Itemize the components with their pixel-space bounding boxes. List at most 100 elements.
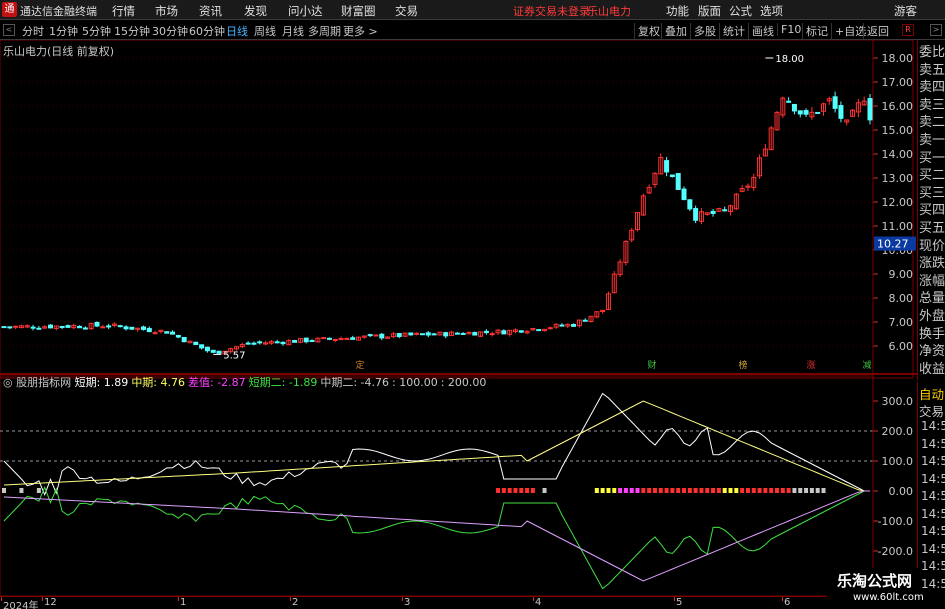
candle-body [408,332,414,336]
indicator-name[interactable]: 股朋指标网 [16,376,75,389]
time-axis-label: 2 [292,597,299,608]
quote-field-label: 收益 [919,361,945,377]
signal-dot [711,488,716,493]
menu-wealth-circle[interactable]: 财富圈 [341,3,376,19]
chart-area[interactable]: 18.00 5.57 18.00 17.00 16.00 15.00 14.00 13.00… [0,40,917,596]
price-tick-label: 15.00 [882,124,914,137]
candle-body [82,327,88,330]
login-status[interactable]: 证券交易未登录 [513,3,590,19]
quote-field-label: 卖四 [919,80,945,96]
menu-options[interactable]: 选项 [760,3,783,19]
tab-daily[interactable]: 日线 [226,23,248,39]
signal-dot [780,488,785,493]
signal-dot [705,488,710,493]
candle-body [454,332,460,335]
signal-dot [496,488,501,493]
menu-function[interactable]: 功能 [666,3,689,19]
tab-multi-period[interactable]: 多周期 [308,23,341,39]
tool-back[interactable]: 返回 [863,23,889,39]
r-badge[interactable]: R [902,24,914,36]
indicator-value: : 100.00 [392,376,438,389]
candle-body [280,341,286,345]
candle-body [1,326,7,329]
menu-trade[interactable]: 交易 [395,3,418,19]
candle-body [77,325,83,329]
candle-body [460,332,466,335]
tab-intraday[interactable]: 分时 [22,23,44,39]
event-marker[interactable]: 定 [354,360,366,372]
candle-body [547,327,553,330]
candle-body [344,337,350,340]
price-tick-label: 9.00 [889,268,914,281]
menu-formula[interactable]: 公式 [729,3,752,19]
tab-15min[interactable]: 15分钟 [114,23,150,39]
menu-quotes[interactable]: 行情 [112,3,135,19]
candle-body [146,327,152,333]
trade-label[interactable]: 交易 [919,401,944,420]
price-tick-label: 17.00 [882,76,914,89]
signal-dot [763,488,768,493]
guest-user[interactable]: 游客 [894,3,917,19]
signal-dot [501,488,506,493]
menu-layout[interactable]: 版面 [698,3,721,19]
time-axis-label: 3 [404,597,411,608]
candle-body [786,100,792,103]
tool-add-watchlist[interactable]: +自选 [831,23,866,39]
event-marker[interactable]: 减 [861,360,873,372]
tab-1min[interactable]: 1分钟 [49,23,78,39]
tab-30min[interactable]: 30分钟 [152,23,188,39]
tool-f10[interactable]: F10 [777,23,801,36]
signal-dot [618,488,623,493]
candle-body [664,160,670,173]
menu-news[interactable]: 资讯 [199,3,222,19]
signal-dot [507,488,512,493]
nav-right-icon[interactable]: > [930,24,942,36]
time-axis: 2024年 12 1 2 3 4 5 6 [0,596,945,609]
tab-60min[interactable]: 60分钟 [189,23,225,39]
tab-monthly[interactable]: 月线 [282,23,304,39]
signal-dot [658,488,663,493]
quote-field-label: 涨幅 [919,273,945,289]
price-tick-label: 13.00 [882,172,914,185]
current-stock-short: 乐山电力 [587,5,631,18]
time-axis-tick [42,597,43,601]
event-marker[interactable]: 榜 [737,360,749,372]
indicator-value: 短期: 1.89 [74,376,129,389]
menu-ask[interactable]: 问小达 [288,3,323,19]
short-term2-line [3,485,870,590]
nav-left-icon[interactable]: < [3,24,15,36]
menu-discover[interactable]: 发现 [244,3,267,19]
quote-field-label: 卖三 [919,97,945,113]
tool-adjust[interactable]: 复权 [634,23,660,39]
candle-body [373,334,379,337]
menu-market[interactable]: 市场 [155,3,178,19]
tab-more[interactable]: 更多 > [343,23,378,39]
trade-time: 14:56 [921,489,945,503]
tool-draw[interactable]: 画线 [748,23,774,39]
current-price-label: 10.27 [877,238,909,251]
tool-multi-stock[interactable]: 多股 [690,23,716,39]
candle-body [100,326,106,329]
time-axis-tick [178,597,179,601]
candle-body [7,326,13,329]
event-marker[interactable]: 财 [646,360,658,372]
tab-weekly[interactable]: 周线 [254,23,276,39]
time-axis-tick [674,597,675,601]
signal-dot [728,488,733,493]
signal-dot [36,488,41,493]
watermark-url: www.60lt.com [853,592,924,603]
tab-5min[interactable]: 5分钟 [82,23,111,39]
price-frame [0,40,914,379]
signal-dot [722,488,727,493]
trade-time: 14:56 [921,454,945,468]
tool-overlay[interactable]: 叠加 [661,23,687,39]
candle-body [170,331,176,335]
candle-body [791,103,797,112]
indicator-settings-icon[interactable]: ◎ [3,376,16,389]
candle-body [443,332,449,337]
tool-mark[interactable]: 标记 [802,23,828,39]
trade-time: 14:56 [921,541,945,556]
tool-statistics[interactable]: 统计 [719,23,745,39]
event-marker[interactable]: 涨 [805,360,817,372]
signal-dot [751,488,756,493]
